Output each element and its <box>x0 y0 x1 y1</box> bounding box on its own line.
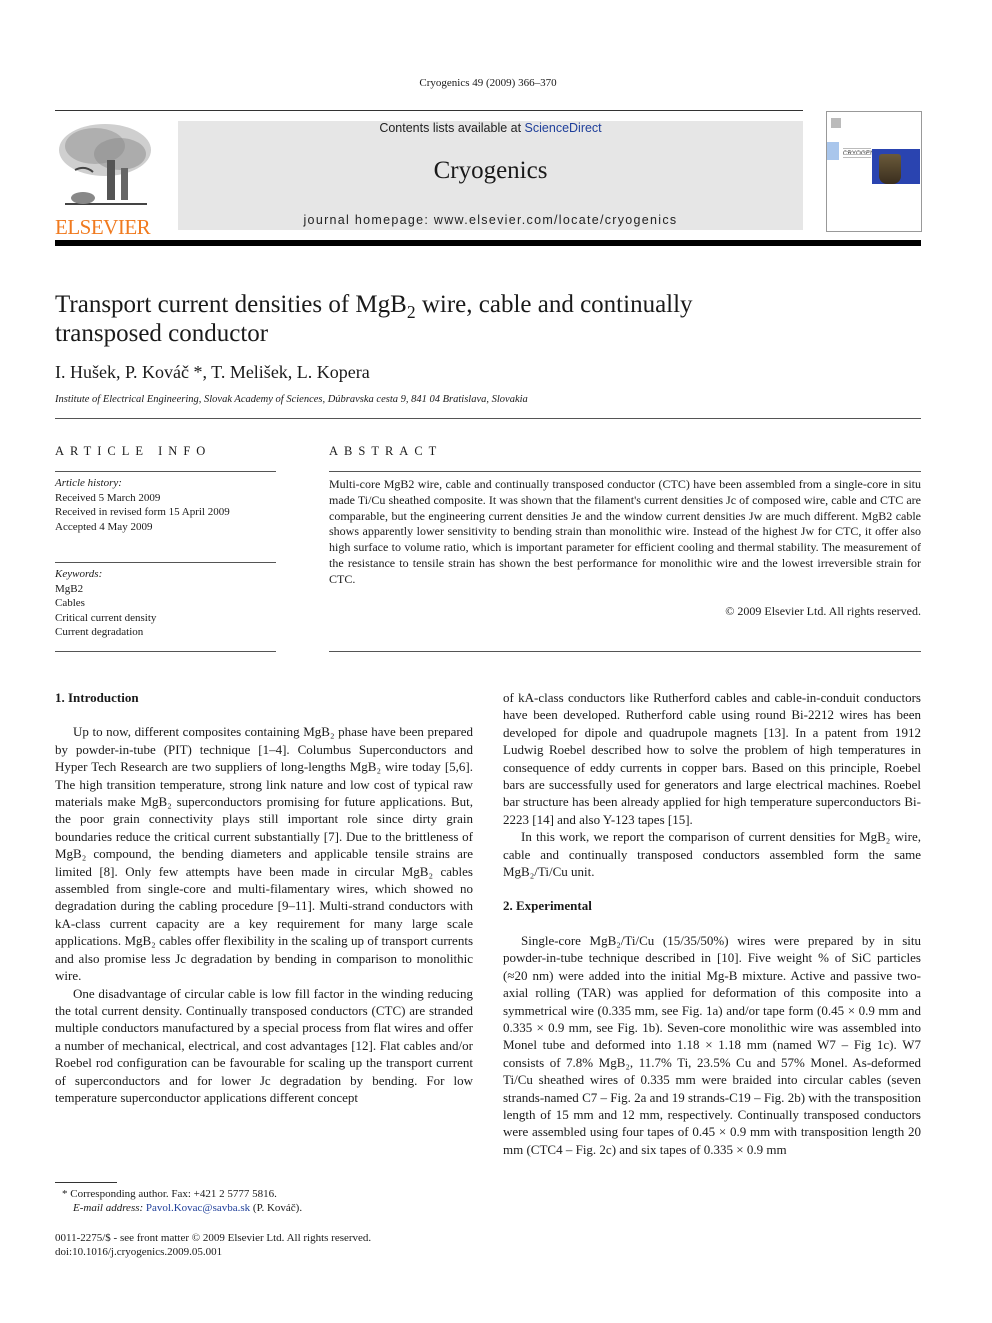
abstract-rule <box>329 471 921 472</box>
section-heading-experimental: 2. Experimental <box>503 898 592 914</box>
history-received: Received 5 March 2009 <box>55 491 161 504</box>
intro-paragraph-2: One disadvantage of circular cable is lo… <box>55 985 473 1105</box>
journal-citation: Cryogenics 49 (2009) 366–370 <box>419 77 557 89</box>
right-column: of kA-class conductors like Rutherford c… <box>503 689 921 1158</box>
keywords-rule <box>55 562 276 563</box>
keywords-label: Keywords: <box>55 568 103 580</box>
cover-accent <box>827 142 839 160</box>
cover-object-icon <box>879 154 901 184</box>
article-title: Transport current densities of MgB2 wire… <box>55 290 795 348</box>
abstract-text: Multi-core MgB2 wire, cable and continua… <box>329 477 921 586</box>
sciencedirect-link[interactable]: ScienceDirect <box>525 121 602 135</box>
history-accepted: Accepted 4 May 2009 <box>55 520 153 533</box>
article-history: Article history: Received 5 March 2009 R… <box>55 476 276 534</box>
front-matter-text: 0011-2275/$ - see front matter © 2009 El… <box>55 1232 372 1244</box>
elsevier-logo[interactable]: ELSEVIER <box>55 120 155 238</box>
title-subscript: 2 <box>406 302 416 322</box>
abstract-heading: ABSTRACT <box>329 444 443 458</box>
doi[interactable]: doi:10.1016/j.cryogenics.2009.05.001 <box>55 1245 371 1259</box>
keywords: Keywords: MgB2 Cables Critical current d… <box>55 567 276 640</box>
header-thick-rule <box>55 240 921 246</box>
intro-paragraph-1: Up to now, different composites containi… <box>55 724 473 984</box>
keyword: Cables <box>55 597 85 609</box>
elsevier-wordmark: ELSEVIER <box>55 215 151 239</box>
contents-prefix: Contents lists available at <box>379 121 525 135</box>
elsevier-tree-icon <box>55 120 155 210</box>
keyword: MgB2 <box>55 582 84 595</box>
author-list: I. Hušek, P. Kováč *, T. Melišek, L. Kop… <box>55 362 370 382</box>
email-label: E-mail address: <box>73 1202 146 1214</box>
header-rule <box>55 110 803 111</box>
intro-paragraph-3: In this work, we report the comparison o… <box>503 829 921 880</box>
title-text-1: Transport current densities of MgB <box>55 291 407 318</box>
corresponding-author: * Corresponding author. Fax: +421 2 5777… <box>62 1188 277 1200</box>
article-info-rule <box>55 471 276 472</box>
journal-cover-thumbnail[interactable]: CRYOGENICS <box>826 111 922 232</box>
affiliation: Institute of Electrical Engineering, Slo… <box>55 394 528 405</box>
front-matter: 0011-2275/$ - see front matter © 2009 El… <box>55 1231 371 1259</box>
keyword: Critical current density <box>55 611 157 624</box>
cover-subtitle-lines <box>843 148 871 160</box>
abstract-bottom-rule <box>329 651 921 652</box>
title-rule <box>55 418 921 419</box>
keywords-bottom-rule <box>55 651 276 652</box>
article-info-heading: ARTICLE INFO <box>55 444 212 458</box>
email-suffix: (P. Kováč). <box>250 1202 303 1214</box>
history-label: Article history: <box>55 477 122 489</box>
journal-banner: Contents lists available at ScienceDirec… <box>178 121 803 230</box>
experimental-paragraph-1: Single-core MgB₂/Ti/Cu (15/35/50%) wires… <box>503 932 921 1157</box>
journal-name: Cryogenics <box>433 157 548 184</box>
history-revised: Received in revised form 15 April 2009 <box>55 506 230 518</box>
cover-logo-icon <box>831 118 841 128</box>
section-heading-introduction: 1. Introduction <box>55 690 139 705</box>
abstract-copyright: © 2009 Elsevier Ltd. All rights reserved… <box>725 604 921 618</box>
intro-paragraph-2-continued: of kA-class conductors like Rutherford c… <box>503 690 921 827</box>
footnote-rule <box>55 1182 117 1183</box>
contents-line: Contents lists available at ScienceDirec… <box>178 121 803 135</box>
email-link[interactable]: Pavol.Kovac@savba.sk <box>146 1202 250 1214</box>
left-column: 1. Introduction Up to now, different com… <box>55 689 473 1125</box>
keyword: Current degradation <box>55 626 144 638</box>
journal-homepage[interactable]: journal homepage: www.elsevier.com/locat… <box>178 213 803 227</box>
footnote-corresponding: * Corresponding author. Fax: +421 2 5777… <box>62 1187 302 1215</box>
